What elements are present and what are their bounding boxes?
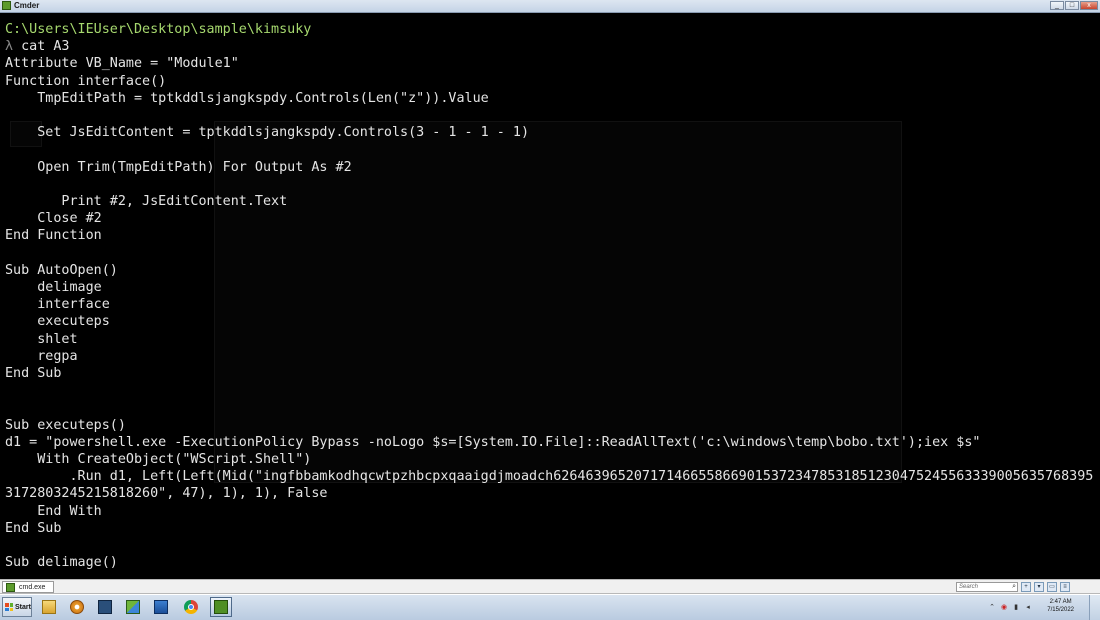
search-icon[interactable]: ⌕ [1012,583,1016,591]
clock[interactable]: 2:47 AM 7/15/2022 [1047,598,1074,614]
console-line: 3172803245215818260", 47), 1), 1), False [5,486,328,502]
tray-network-icon[interactable]: ▮ [1012,604,1020,612]
dropdown-icon[interactable]: ▾ [1034,582,1044,592]
taskbar-chrome[interactable] [180,597,202,617]
add-console-icon[interactable]: + [1021,582,1031,592]
file-explorer-icon [42,600,56,614]
prompt-command: cat A3 [21,39,70,55]
cmder-app-icon [2,1,11,10]
taskbar-media-player[interactable] [66,597,88,617]
taskbar: Start ⌃ ◉ ▮ ◂ 2:47 AM 7/15/2022 [0,594,1100,620]
console-line: Close #2 [5,211,102,227]
maximize-button[interactable]: □ [1065,1,1079,10]
tray-expand-icon[interactable]: ⌃ [988,604,996,612]
search-placeholder: Search [959,584,979,590]
minimize-button[interactable]: _ [1050,1,1064,10]
clock-time: 2:47 AM [1049,599,1072,605]
console-line: Open Trim(TmpEditPath) For Output As #2 [5,159,352,175]
media-player-icon [70,600,84,614]
chrome-icon [184,600,198,614]
cmder-icon [214,600,228,614]
console-tab-label: cmd.exe [19,583,46,591]
console-line: interface [5,297,110,313]
search-input[interactable]: Search ⌕ [956,582,1018,592]
console-line: regpa [5,348,78,364]
console-line: End Sub [5,366,62,382]
console-line: End Function [5,228,102,244]
console-text[interactable]: C:\Users\IEUser\Desktop\sample\kimsuky λ… [5,21,1100,572]
console-line: d1 = "powershell.exe -ExecutionPolicy By… [5,434,981,450]
console-line: End Sub [5,520,62,536]
console-line: .Run d1, Left(Left(Mid("ingfbbamkodhqcwt… [5,469,1100,485]
clock-date: 7/15/2022 [1047,607,1074,613]
console-line: Set JsEditContent = tptkddlsjangkspdy.Co… [5,125,530,141]
console-line: TmpEditPath = tptkddlsjangkspdy.Controls… [5,90,489,106]
start-button[interactable]: Start [2,597,32,617]
console-line: Print #2, JsEditContent.Text [5,194,288,210]
prompt-path: C:\Users\IEUser\Desktop\sample\kimsuky [5,22,312,37]
windows-logo-icon [5,603,13,611]
console-line: Function interface() [5,73,167,89]
start-label: Start [15,603,31,611]
console-tab[interactable]: cmd.exe [2,581,55,593]
console-line: Sub AutoOpen() [5,262,118,278]
taskbar-cmder[interactable] [210,597,232,617]
console-line: delimage [5,280,102,296]
resource-monitor-icon [154,600,168,614]
console-line: Sub executeps() [5,417,126,433]
console-line: Sub delimage() [5,555,118,571]
console-area[interactable]: C:\Users\IEUser\Desktop\sample\kimsuky λ… [0,13,1100,579]
control-panel-icon [126,600,140,614]
tray-volume-icon[interactable]: ◂ [1024,604,1032,612]
console-line: shlet [5,331,78,347]
taskbar-control-panel[interactable] [122,597,144,617]
taskbar-resource-monitor[interactable] [150,597,172,617]
console-tab-icon [6,582,15,592]
window-title-bar[interactable]: Cmder _ □ x [0,0,1100,13]
taskbar-file-explorer[interactable] [38,597,60,617]
tray-security-icon[interactable]: ◉ [1000,604,1008,612]
system-tray: ⌃ ◉ ▮ ◂ [988,595,1100,620]
console-line: End With [5,503,102,519]
console-line: Attribute VB_Name = "Module1" [5,56,239,72]
show-desktop-button[interactable] [1089,595,1100,620]
window-title: Cmder [14,1,40,10]
network-manager-icon [98,600,112,614]
menu-icon[interactable]: ≡ [1060,582,1070,592]
close-button[interactable]: x [1080,1,1098,10]
console-line: executeps [5,314,110,330]
strip-toolbar: + ▾ ▭ ≡ [1021,582,1070,592]
taskbar-network-manager[interactable] [94,597,116,617]
prompt-lambda: λ [5,39,14,55]
cmder-tab-strip: cmd.exe Search ⌕ + ▾ ▭ ≡ [0,579,1100,594]
split-icon[interactable]: ▭ [1047,582,1057,592]
console-line: With CreateObject("WScript.Shell") [5,452,312,468]
console-output: Attribute VB_Name = "Module1" Function i… [5,56,1100,570]
window-controls: _ □ x [1050,1,1098,10]
